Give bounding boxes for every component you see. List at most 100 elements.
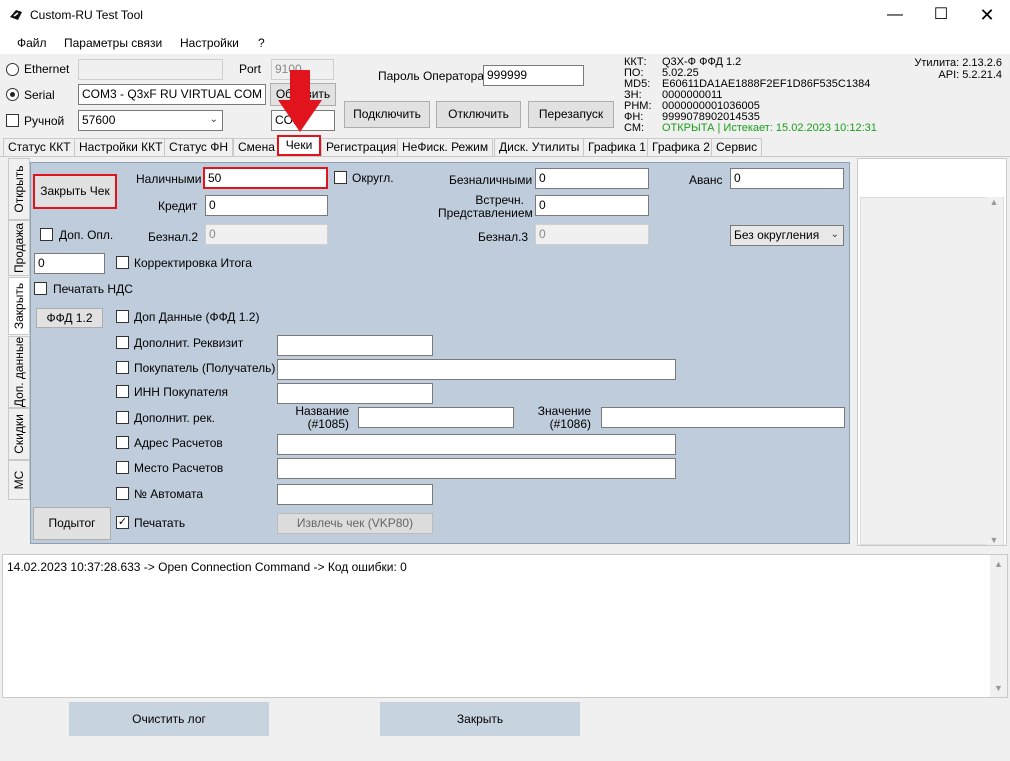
counter-label-line2: Представлением — [438, 206, 533, 220]
menu-settings[interactable]: Настройки — [180, 36, 239, 50]
tab-service[interactable]: Сервис — [711, 138, 763, 156]
shift-status: ОТКРЫТА | Истекает: 15.02.2023 10:12:31 — [662, 122, 877, 134]
vtab-open[interactable]: Открыть — [8, 158, 30, 220]
total-field[interactable]: 0 — [34, 253, 105, 274]
extra-req-field[interactable] — [277, 335, 433, 356]
close-button[interactable]: Закрыть — [380, 702, 580, 736]
serial-radio[interactable] — [6, 88, 19, 101]
name-1085-line2: (#1085) — [307, 417, 349, 431]
baud-select[interactable]: 57600 ⌄ — [78, 110, 223, 131]
api-version: API: 5.2.21.4 — [938, 69, 1002, 81]
tab-shift[interactable]: Смена — [233, 138, 280, 156]
rounding-select-value: Без округления — [734, 228, 820, 242]
tab-graphics-1[interactable]: Графика 1 — [583, 138, 651, 156]
menu-help[interactable]: ? — [258, 36, 265, 50]
extra-data-checkbox[interactable] — [116, 310, 129, 323]
tab-disk-utils[interactable]: Диск. Утилиты — [494, 138, 585, 156]
minimize-icon[interactable]: — — [872, 0, 918, 30]
app-logo-icon — [10, 10, 22, 20]
scroll-down-icon[interactable]: ▼ — [986, 535, 1002, 545]
ethernet-label: Ethernet — [24, 62, 70, 76]
extra-pay-checkbox[interactable] — [40, 228, 53, 241]
tab-fn-status[interactable]: Статус ФН — [164, 138, 234, 156]
kkt-info: ККТ: Q3X-Ф ФФД 1.2 ПО: 5.02.25 MD5: E606… — [624, 57, 884, 137]
extra-req-label: Дополнит. Реквизит — [134, 336, 244, 350]
place-field[interactable] — [277, 458, 676, 479]
menu-bar: Файл Параметры связи Настройки ? — [0, 32, 1010, 54]
vtab-sale[interactable]: Продажа — [8, 220, 30, 276]
menu-file[interactable]: Файл — [17, 36, 47, 50]
subtotal-button[interactable]: Подытог — [33, 507, 111, 540]
address-label: Адрес Расчетов — [134, 436, 223, 450]
tab-checks[interactable]: Чеки — [277, 135, 321, 156]
maximize-icon[interactable]: ☐ — [918, 0, 964, 30]
ethernet-ip-field[interactable] — [78, 59, 223, 80]
credit-field[interactable]: 0 — [205, 195, 328, 216]
arrow-down-icon — [278, 70, 322, 132]
credit-label: Кредит — [158, 199, 198, 213]
disconnect-button[interactable]: Отключить — [436, 101, 521, 128]
vtab-extra-data[interactable]: Доп. данные — [8, 336, 30, 408]
noncash2-field[interactable]: 0 — [205, 224, 328, 245]
address-checkbox[interactable] — [116, 436, 129, 449]
print-checkbox[interactable]: ✓ — [116, 516, 129, 529]
counter-field[interactable]: 0 — [535, 195, 649, 216]
vtab-open-label: Открыть — [12, 165, 26, 213]
vtab-ms[interactable]: МС — [8, 460, 30, 500]
connect-button[interactable]: Подключить — [344, 101, 430, 128]
buyer-inn-field[interactable] — [277, 383, 433, 404]
vtab-discounts[interactable]: Скидки — [8, 408, 30, 460]
noncash3-field[interactable]: 0 — [535, 224, 649, 245]
scroll-down-icon[interactable]: ▼ — [990, 683, 1007, 693]
right-scrollbar[interactable]: ▲ ▼ — [986, 197, 1002, 545]
tab-kkt-status[interactable]: Статус ККТ — [3, 138, 76, 156]
tab-nonfiscal[interactable]: НеФиск. Режим — [397, 138, 494, 156]
extract-check-button[interactable]: Извлечь чек (VKP80) — [277, 513, 433, 534]
clear-log-button[interactable]: Очистить лог — [69, 702, 269, 736]
cash-field[interactable]: 50 — [203, 167, 328, 189]
buyer-field[interactable] — [277, 359, 676, 380]
noncash-field[interactable]: 0 — [535, 168, 649, 189]
buyer-checkbox[interactable] — [116, 361, 129, 374]
window-title: Custom-RU Test Tool — [30, 8, 143, 22]
scroll-up-icon[interactable]: ▲ — [986, 197, 1002, 207]
serial-port-select[interactable]: COM3 - Q3xF RU VIRTUAL COM (⌄ — [78, 84, 266, 105]
rounding-select[interactable]: Без округления ⌄ — [730, 225, 844, 246]
menu-connection[interactable]: Параметры связи — [64, 36, 162, 50]
vtab-discounts-label: Скидки — [12, 414, 26, 454]
chevron-down-icon: ⌄ — [830, 229, 839, 240]
baud-value: 57600 — [82, 113, 116, 127]
address-field[interactable] — [277, 434, 676, 455]
tab-kkt-settings[interactable]: Настройки ККТ — [74, 138, 168, 156]
close-check-button[interactable]: Закрыть Чек — [33, 174, 117, 209]
log-scrollbar[interactable]: ▲ ▼ — [990, 555, 1007, 697]
print-vat-checkbox[interactable] — [34, 282, 47, 295]
vtab-close-label: Закрыть — [12, 282, 26, 330]
title-bar: Custom-RU Test Tool — ☐ ✕ — [0, 0, 1010, 32]
log-area[interactable]: 14.02.2023 10:37:28.633 -> Open Connecti… — [2, 554, 1008, 698]
manual-checkbox[interactable] — [6, 114, 19, 127]
tab-graphics-2[interactable]: Графика 2 — [647, 138, 715, 156]
correction-checkbox[interactable] — [116, 256, 129, 269]
automat-checkbox[interactable] — [116, 487, 129, 500]
operator-password-field[interactable]: 999999 — [483, 65, 584, 86]
close-window-icon[interactable]: ✕ — [964, 0, 1010, 30]
value-1086-field[interactable] — [601, 407, 845, 428]
place-checkbox[interactable] — [116, 461, 129, 474]
buyer-inn-checkbox[interactable] — [116, 385, 129, 398]
tabs-baseline — [0, 156, 1010, 157]
vtab-sale-label: Продажа — [12, 222, 26, 274]
scroll-up-icon[interactable]: ▲ — [990, 559, 1007, 569]
vtab-close[interactable]: Закрыть — [8, 277, 30, 335]
restart-button[interactable]: Перезапуск — [528, 101, 614, 128]
automat-field[interactable] — [277, 484, 433, 505]
extra-rec-checkbox[interactable] — [116, 411, 129, 424]
extra-req-checkbox[interactable] — [116, 336, 129, 349]
name-1085-field[interactable] — [358, 407, 514, 428]
automat-label: № Автомата — [134, 487, 204, 501]
round-checkbox[interactable] — [334, 171, 347, 184]
advance-field[interactable]: 0 — [730, 168, 844, 189]
tab-registration[interactable]: Регистрация — [321, 138, 402, 156]
ethernet-radio[interactable] — [6, 63, 19, 76]
ffd-button[interactable]: ФФД 1.2 — [36, 308, 103, 328]
